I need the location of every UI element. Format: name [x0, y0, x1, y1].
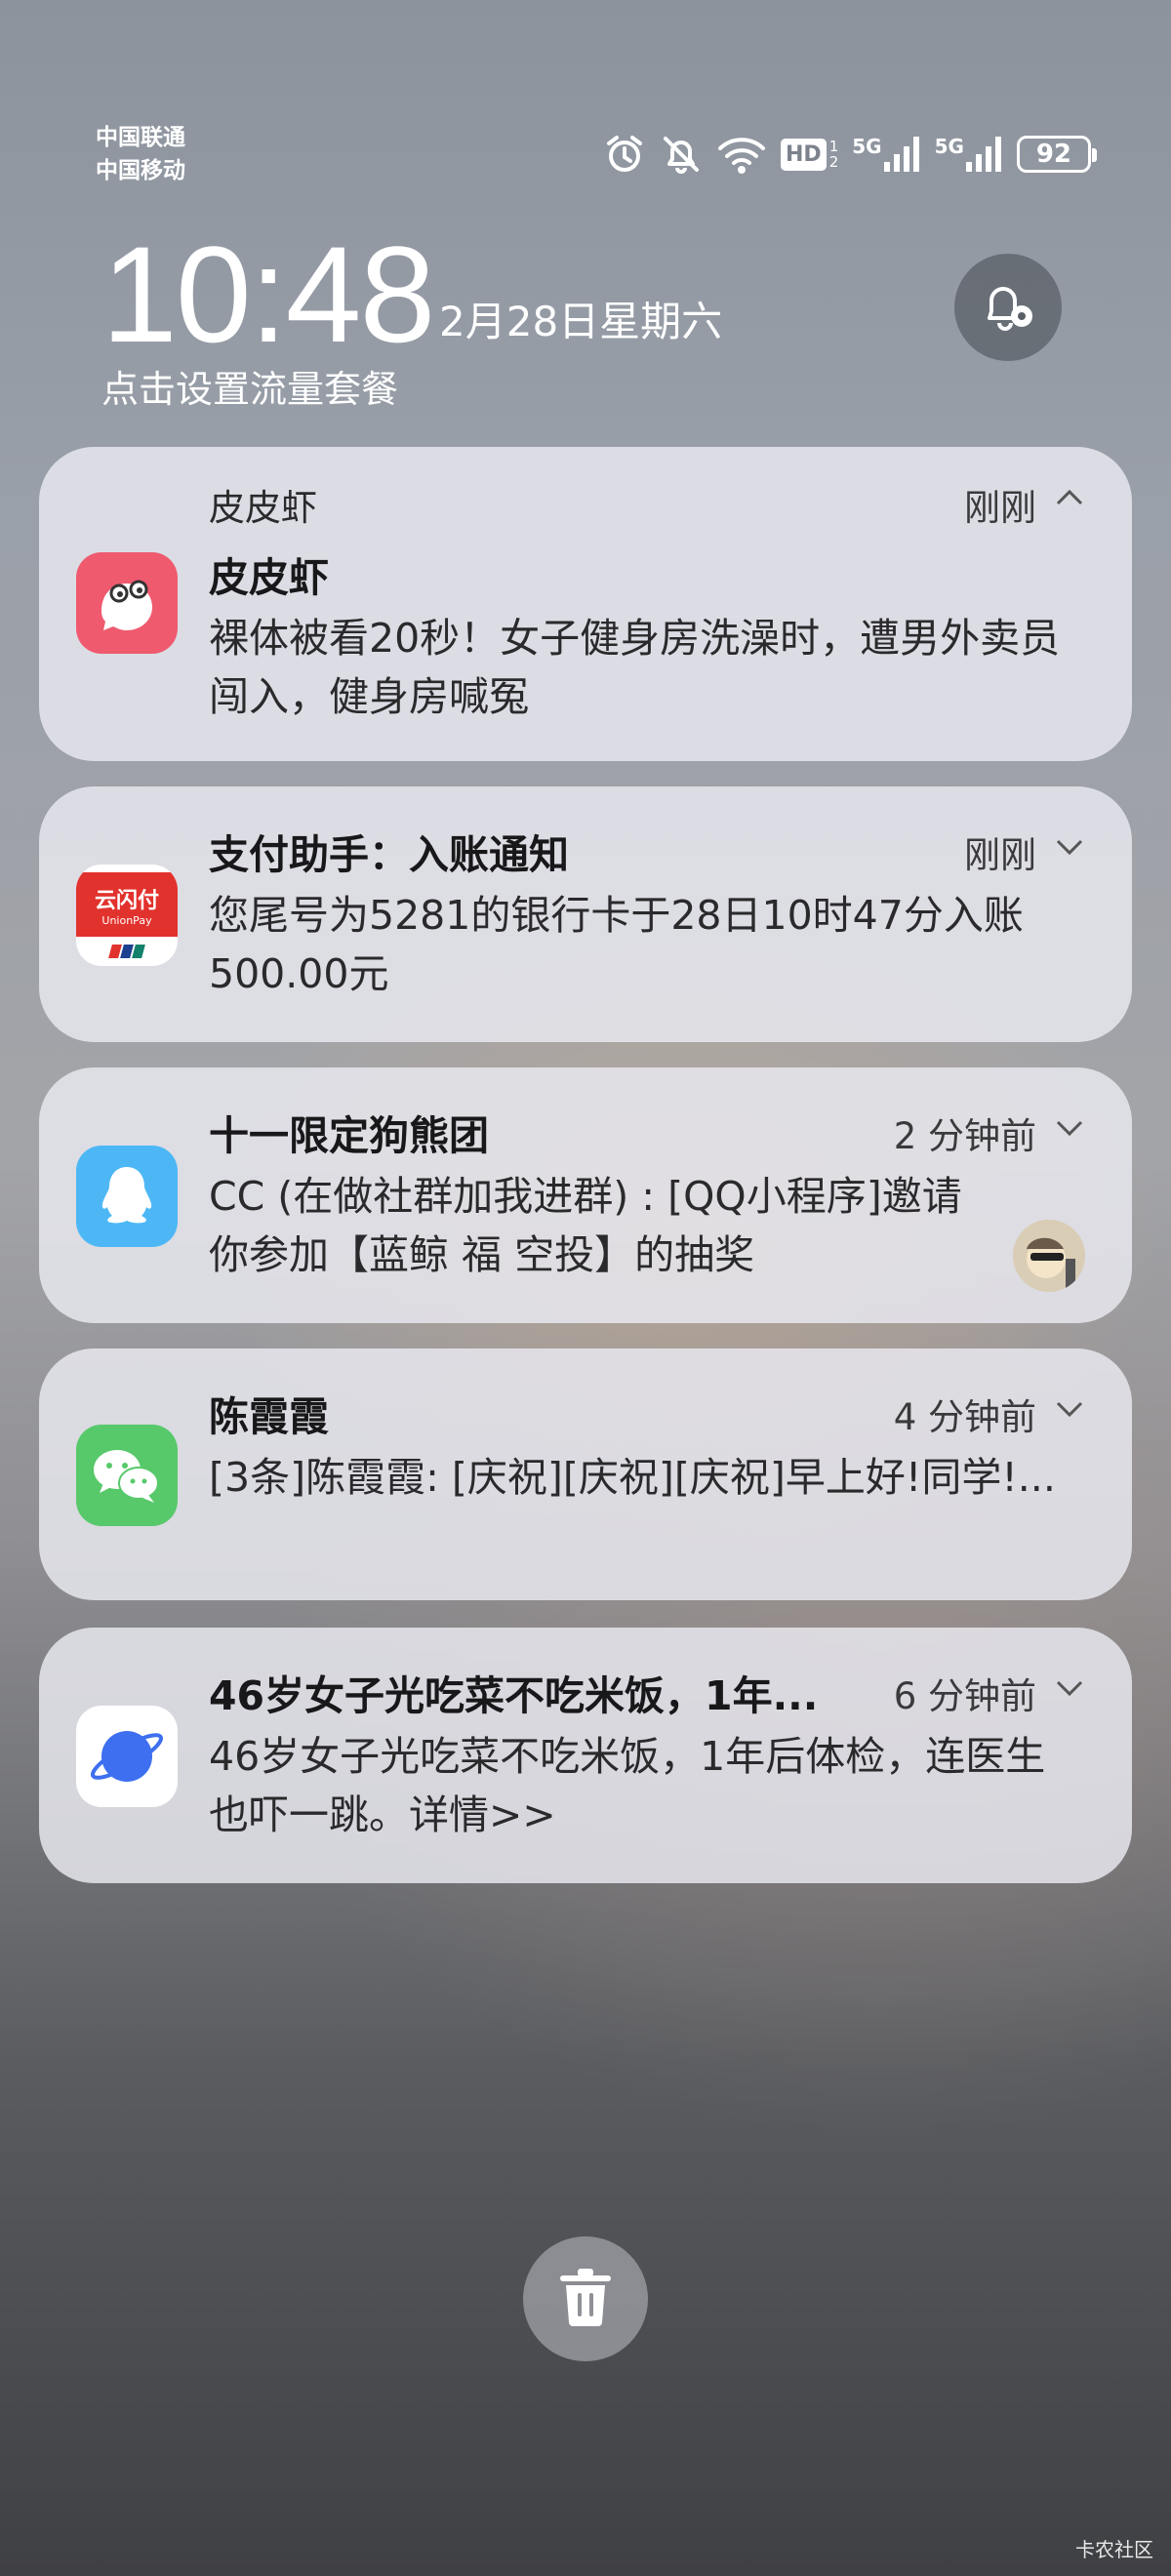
- app-name: 皮皮虾: [209, 487, 317, 529]
- avatar: [1013, 1220, 1085, 1292]
- notification-title: 皮皮虾: [209, 554, 329, 601]
- unionpay-icon-subtext: UnionPay: [101, 913, 152, 927]
- signal-icon-2: 5G: [935, 135, 1003, 174]
- carrier-2: 中国移动: [96, 158, 185, 183]
- signal-icon-1: 5G: [852, 135, 920, 174]
- notification-title: 支付助手：入账通知: [209, 831, 569, 878]
- wifi-icon: [716, 133, 767, 176]
- notification-body: 46岁女子光吃菜不吃米饭，1年后体检，连医生也吓一跳。详情>>: [209, 1733, 1046, 1838]
- watermark: 卡农社区: [1075, 2538, 1153, 2561]
- bell-muted-icon: [660, 133, 703, 176]
- notification-body: [3条]陈霞霞: [庆祝][庆祝][庆祝]早上好!同学!...: [209, 1454, 1056, 1501]
- notification-card-pipixia[interactable]: 皮皮虾 刚刚 皮皮虾 裸体被看20秒！女子健身房洗澡时，遭男外卖员闯入，健身房喊…: [39, 447, 1132, 761]
- notification-time: 刚刚: [964, 487, 1036, 529]
- clear-notifications-button[interactable]: [523, 2236, 648, 2361]
- chevron-up-icon[interactable]: [1054, 486, 1085, 513]
- battery-icon: 92: [1016, 136, 1097, 173]
- carrier-1: 中国联通: [96, 125, 185, 150]
- notification-title: 十一限定狗熊团: [209, 1112, 489, 1159]
- notification-card-browser[interactable]: 6 分钟前 46岁女子光吃菜不吃米饭，1年... 46岁女子光吃菜不吃米饭，1年…: [39, 1628, 1132, 1883]
- lockscreen-clock: 10:48: [101, 218, 435, 371]
- notification-card-unionpay[interactable]: 云闪付 UnionPay 刚刚 支付助手：入账通知 您尾号为5281的银行卡于2…: [39, 786, 1132, 1042]
- wechat-icon: [76, 1425, 178, 1526]
- notification-body: CC (在做社群加我进群) : [QQ小程序]邀请你参加【蓝鲸 福 空投】的抽奖: [209, 1173, 962, 1278]
- unionpay-icon-text: 云闪付: [94, 888, 159, 913]
- data-plan-link[interactable]: 点击设置流量套餐: [101, 359, 398, 413]
- trash-icon: [556, 2266, 615, 2332]
- browser-icon: [76, 1706, 178, 1807]
- notification-body: 裸体被看20秒！女子健身房洗澡时，遭男外卖员闯入，健身房喊冤: [209, 615, 1061, 720]
- status-icons: HD 12 5G 5G 92: [603, 125, 1097, 183]
- pipixia-icon: [76, 552, 178, 654]
- hd-icon: HD 12: [781, 138, 838, 171]
- notification-title: 46岁女子光吃菜不吃米饭，1年...: [209, 1672, 819, 1719]
- alarm-icon: [603, 133, 646, 176]
- unionpay-icon: 云闪付 UnionPay: [76, 865, 178, 966]
- bell-settings-icon: [976, 273, 1040, 342]
- notification-body: 您尾号为5281的银行卡于28日10时47分入账500.00元: [209, 892, 1024, 997]
- carrier-info: 中国联通 中国移动: [96, 121, 185, 187]
- notification-card-qq[interactable]: 2 分钟前 十一限定狗熊团 CC (在做社群加我进群) : [QQ小程序]邀请你…: [39, 1067, 1132, 1323]
- notification-settings-button[interactable]: [954, 254, 1062, 361]
- chevron-down-icon[interactable]: [1054, 1116, 1085, 1144]
- qq-icon: [76, 1146, 178, 1247]
- notification-title: 陈霞霞: [209, 1393, 329, 1440]
- lockscreen-date: 2月28日星期六: [439, 298, 723, 345]
- notification-card-wechat[interactable]: 4 分钟前 陈霞霞 [3条]陈霞霞: [庆祝][庆祝][庆祝]早上好!同学!..…: [39, 1348, 1132, 1600]
